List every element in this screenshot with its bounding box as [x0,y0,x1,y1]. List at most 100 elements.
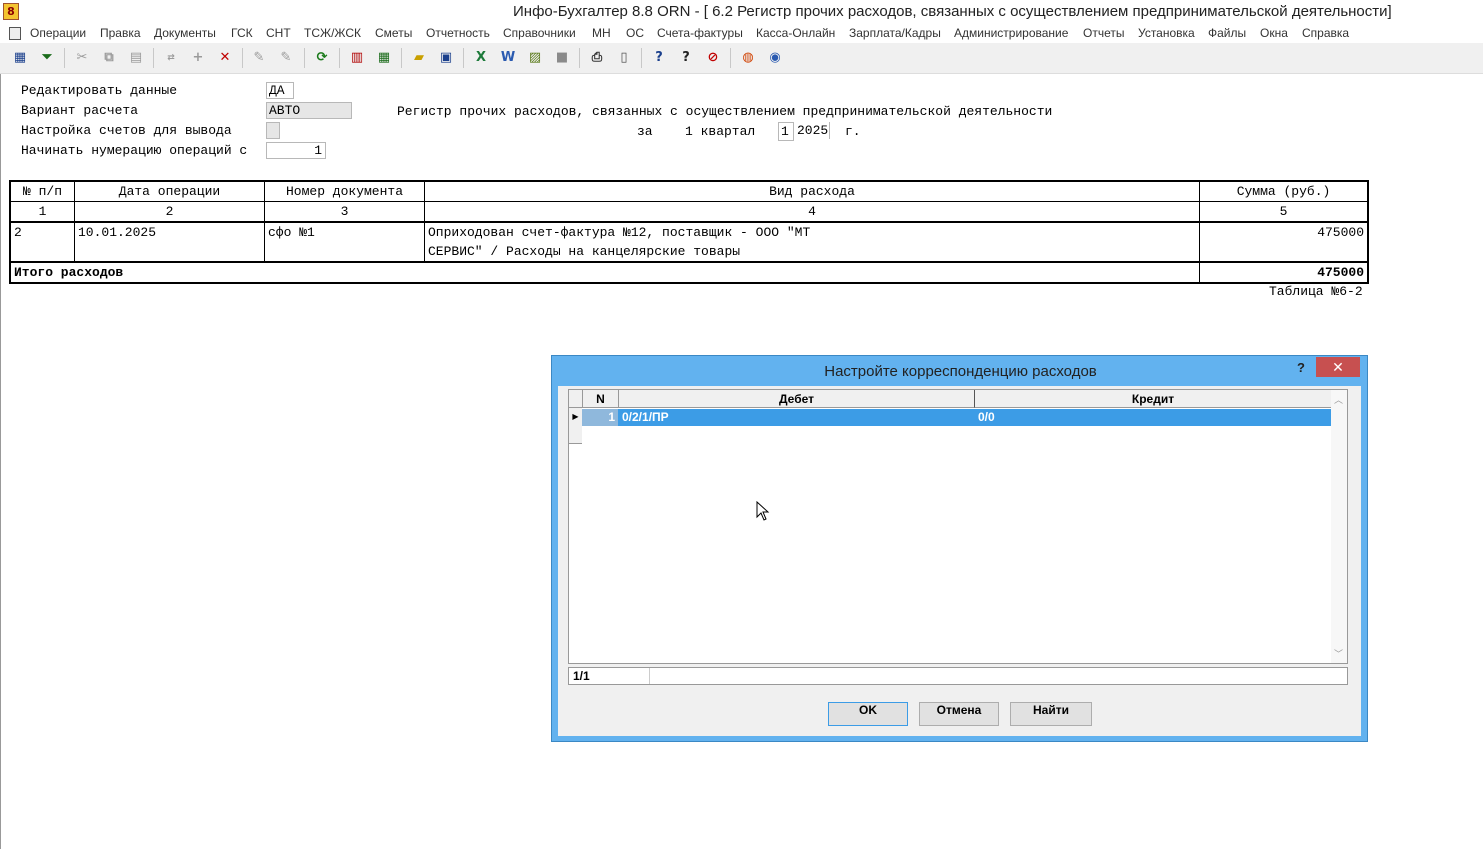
calc-variant-field[interactable]: АВТО [266,102,352,119]
toolbar-separator [242,48,243,68]
ok-button[interactable]: OK [828,702,908,726]
context-help-icon[interactable]: ? [677,49,695,67]
menu-documents[interactable]: Документы [154,26,216,40]
menu-files[interactable]: Файлы [1208,26,1246,40]
excel-icon[interactable]: X [472,49,490,67]
window-title: Инфо-Бухгалтер 8.8 ORN - [ 6.2 Регистр п… [513,3,1392,20]
menu-windows[interactable]: Окна [1260,26,1288,40]
document-menu-icon[interactable] [9,27,21,40]
col-header-credit: Кредит [974,390,1331,408]
calculator-icon[interactable]: ▦ [375,49,393,67]
col-number: 4 [424,201,1200,223]
menu-invoices[interactable]: Счета-фактуры [657,26,743,40]
quarter-field[interactable]: 1 [778,122,794,141]
accounts-setup-label: Настройка счетов для вывода [21,123,232,138]
filter-icon[interactable]: ⏷ [38,49,56,67]
accounts-setup-field[interactable] [266,122,280,139]
total-row: Итого расходов 475000 [9,261,1369,284]
add-icon[interactable]: + [189,49,207,67]
cancel-button[interactable]: Отмена [919,702,999,726]
grid-cell-n[interactable]: 1 [582,409,618,426]
toolbar-separator [153,48,154,68]
delete-icon[interactable]: ✕ [216,49,234,67]
toolbar-separator [64,48,65,68]
numbering-field[interactable]: 1 [266,142,326,159]
preview-icon[interactable]: ▯ [615,49,633,67]
year-suffix: г. [845,124,861,139]
menu-operations[interactable]: Операции [30,26,86,40]
row-pointer-icon: ▶ [569,408,582,427]
help-icon[interactable]: ? [650,49,668,67]
menu-snt[interactable]: СНТ [266,26,291,40]
chart-icon[interactable]: ▨ [526,49,544,67]
row-description-line: СЕРВИС" / Расходы на канцелярские товары [428,244,741,259]
row-date: 10.01.2025 [74,221,265,263]
copy-icon[interactable]: ⧉ [100,49,118,67]
menu-estimates[interactable]: Сметы [375,26,412,40]
menu-references[interactable]: Справочники [503,26,576,40]
compass-icon[interactable]: ⊘ [704,49,722,67]
col-header-kind: Вид расхода [424,180,1200,202]
paste-icon[interactable]: ▤ [127,49,145,67]
toolbar-separator [730,48,731,68]
title-bar: 8 Инфо-Бухгалтер 8.8 ORN - [ 6.2 Регистр… [0,0,1483,23]
col-header-num: № п/п [9,180,75,202]
refresh-icon[interactable]: ⟳ [313,49,331,67]
app-logo-icon[interactable]: 8 [3,3,19,20]
grid-row[interactable]: 1 0/2/1/ПР 0/0 [582,409,1331,426]
export-icon[interactable]: ■ [553,49,571,67]
menu-reporting[interactable]: Отчетность [426,26,490,40]
dialog-help-icon[interactable]: ? [1297,360,1305,375]
find-button[interactable]: Найти [1010,702,1092,726]
row-sum: 475000 [1199,221,1369,263]
col-number: 3 [264,201,425,223]
web-icon[interactable]: ◉ [766,49,784,67]
menu-gsk[interactable]: ГСК [231,26,253,40]
row-num: 2 [9,221,75,263]
mouse-cursor-icon [756,501,770,521]
save-icon[interactable]: ▣ [437,49,455,67]
grid-cell-credit[interactable]: 0/0 [978,409,995,426]
row-doc: сфо №1 [264,221,425,263]
grid-scrollbar[interactable]: ︿ ﹀ [1331,390,1347,663]
menu-help[interactable]: Справка [1302,26,1349,40]
dialog-body: N Дебет Кредит ▶ 1 0/2/1/ПР 0/0 ︿ ﹀ 1/1 … [558,386,1361,736]
mark-icon[interactable]: ✎ [250,49,268,67]
menu-tszh[interactable]: ТСЖ/ЖСК [304,26,361,40]
toolbar-separator [463,48,464,68]
menu-administration[interactable]: Администрирование [954,26,1068,40]
menu-edit[interactable]: Правка [100,26,141,40]
register-title: Регистр прочих расходов, связанных с осу… [397,104,1053,119]
menu-cashbox[interactable]: Касса-Онлайн [756,26,835,40]
open-folder-icon[interactable]: ▰ [410,49,428,67]
edit-data-field[interactable]: ДА [266,82,294,99]
scroll-up-icon[interactable]: ︿ [1334,393,1343,406]
unmark-icon[interactable]: ✎ [277,49,295,67]
dialog-close-icon[interactable]: ✕ [1316,357,1360,377]
numbering-label: Начинать нумерацию операций с [21,143,248,158]
col-header-n: N [582,390,618,408]
period-prefix: за [637,124,653,139]
menu-install[interactable]: Установка [1138,26,1195,40]
menu-mn[interactable]: МН [592,26,611,40]
row-indicator-header [569,390,582,408]
table-reference: Таблица №6-2 [1269,284,1363,299]
word-icon[interactable]: W [499,49,517,67]
pdf-icon[interactable]: ▥ [348,49,366,67]
year-field[interactable]: 2025 [797,122,830,139]
table-view-icon[interactable]: ▦ [11,49,29,67]
grid-status-bar: 1/1 [568,667,1348,685]
table-row[interactable]: 2 10.01.2025 сфо №1 Оприходован счет-фак… [9,221,1369,263]
lifebuoy-icon[interactable]: ◍ [739,49,757,67]
print-icon[interactable]: ⎙ [588,49,606,67]
register-table: № п/п Дата операции Номер документа Вид … [9,180,1369,284]
toolbar-separator [401,48,402,68]
menu-reports[interactable]: Отчеты [1083,26,1124,40]
menu-salary[interactable]: Зарплата/Кадры [849,26,941,40]
menu-os[interactable]: ОС [626,26,644,40]
convert-icon[interactable]: ⇄ [162,49,180,67]
grid-cell-debit[interactable]: 0/2/1/ПР [622,409,669,426]
cut-icon[interactable]: ✂ [73,49,91,67]
edit-data-label: Редактировать данные [21,83,178,98]
scroll-down-icon[interactable]: ﹀ [1334,647,1343,660]
